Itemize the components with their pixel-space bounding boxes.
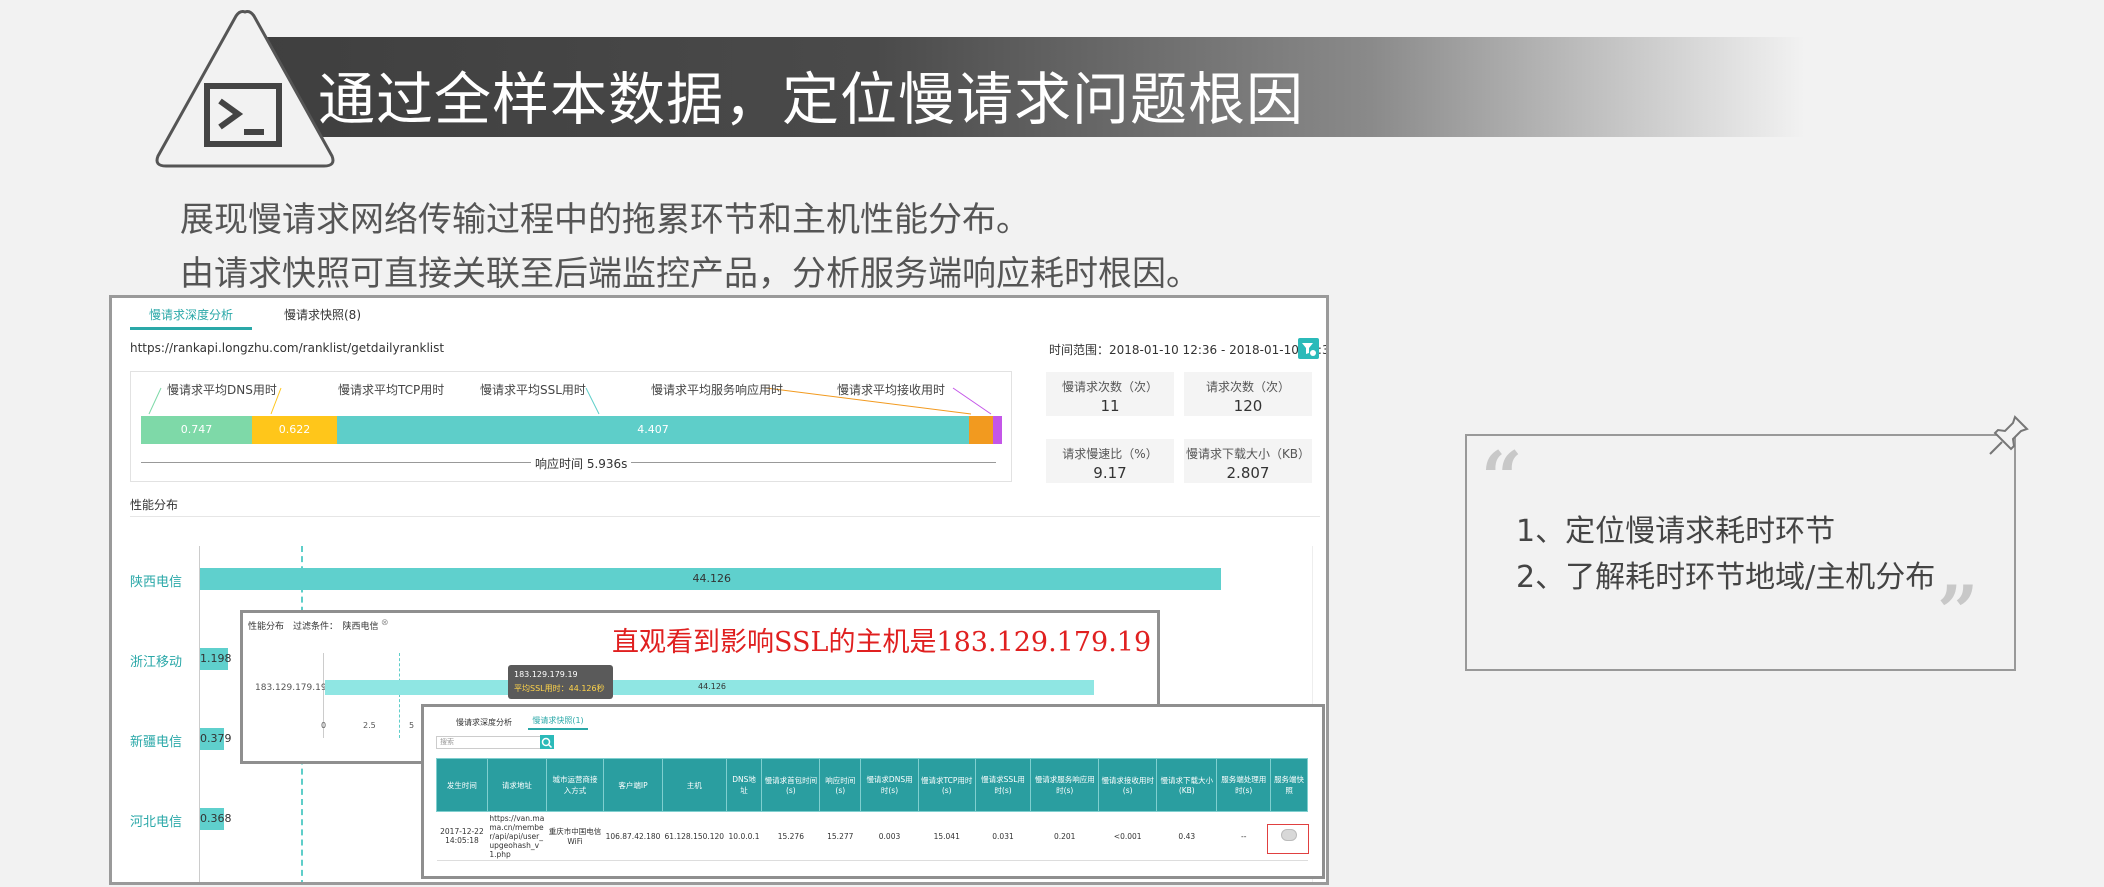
stat-slow-size: 慢请求下载大小（KB） 2.807 [1184, 439, 1312, 483]
chart-axis [199, 546, 200, 882]
response-time-label: 响应时间 5.936s [531, 455, 632, 472]
table-cell: 重庆市中国电信WiFi [546, 811, 604, 861]
filter-button[interactable] [1298, 338, 1319, 359]
column-header[interactable]: 慢请求服务响应用时(s) [1030, 758, 1100, 812]
tick-label: 2.5 [363, 721, 376, 730]
table-cell: 106.87.42.180 [603, 811, 663, 861]
column-header[interactable]: 响应时间(s) [819, 758, 862, 812]
recv-segment [993, 416, 1002, 444]
request-url: https://rankapi.longzhu.com/ranklist/get… [130, 341, 445, 355]
server-segment [969, 416, 993, 444]
stat-slow-ratio: 请求慢速比（%） 9.17 [1046, 439, 1174, 483]
tab-slow-analysis[interactable]: 慢请求深度分析 [130, 306, 252, 330]
category-label[interactable]: 浙江移动 [130, 651, 182, 670]
tab-slow-snapshot-mini[interactable]: 慢请求快照(1) [528, 715, 588, 730]
tab-slow-snapshot[interactable]: 慢请求快照(8) [284, 306, 361, 323]
clear-filter-icon[interactable]: ⊗ [381, 618, 389, 628]
server-label: 慢请求平均服务响应用时 [651, 383, 784, 397]
table-cell: 0.43 [1156, 811, 1217, 861]
column-header[interactable]: 城市运营商接入方式 [545, 758, 605, 812]
dns-label: 慢请求平均DNS用时 [167, 383, 277, 397]
filter-header: 性能分布 过滤条件： 陕西电信 [248, 622, 379, 632]
bar-value: 44.126 [692, 572, 732, 585]
table-cell: 0.003 [860, 811, 919, 861]
column-header[interactable]: 发生时间 [436, 758, 488, 812]
key-point-1: 1、定位慢请求耗时环节 [1516, 514, 1836, 549]
divider [130, 516, 1320, 517]
search-icon [541, 737, 553, 749]
host-bar-value: 44.126 [698, 682, 726, 691]
column-header[interactable]: 慢请求SSL用时(s) [974, 758, 1032, 812]
table-cell: 2017-12-22 14:05:18 [436, 811, 488, 861]
snapshot-highlight [1267, 824, 1309, 854]
annotation-text: 直观看到影响SSL的主机是183.129.179.19 [612, 627, 1152, 658]
key-point-2: 2、了解耗时环节地域/主机分布 [1516, 560, 1936, 595]
tick-label: 5 [409, 721, 415, 730]
slide-title: 通过全样本数据，定位慢请求问题根因 [318, 67, 1304, 133]
drill-reference-line [399, 653, 400, 738]
subtitle-line-2: 由请求快照可直接关联至后端监控产品，分析服务端响应耗时根因。 [180, 254, 1200, 294]
open-quote-icon: “ [1481, 435, 1523, 520]
subtitle-line-1: 展现慢请求网络传输过程中的拖累环节和主机性能分布。 [180, 200, 1030, 240]
dns-segment: 0.747 [141, 416, 252, 444]
host-label: 183.129.179.19 [255, 683, 327, 693]
table-header-row: 发生时间 请求地址 城市运营商接入方式 客户端IP 主机 DNS地址 慢请求首包时间(s) 响… [436, 758, 1308, 812]
table-cell: -- [1216, 811, 1271, 861]
table-cell: 0.031 [975, 811, 1031, 861]
column-header[interactable]: 主机 [661, 758, 727, 812]
terminal-icon [155, 10, 335, 168]
stat-request-count: 请求次数（次） 120 [1184, 372, 1312, 416]
table-cell: 15.041 [918, 811, 976, 861]
bar-value: 0.379 [200, 732, 232, 745]
tick-label: 0 [321, 721, 327, 730]
column-header[interactable]: 服务端处理用时(s) [1216, 758, 1272, 812]
tcp-label: 慢请求平均TCP用时 [338, 383, 445, 397]
column-header[interactable]: 慢请求DNS用时(s) [860, 758, 919, 812]
search-input[interactable]: 搜索 [436, 736, 541, 749]
timing-waterfall: 慢请求平均DNS用时 慢请求平均TCP用时 慢请求平均SSL用时 慢请求平均服务… [130, 371, 1012, 482]
snapshot-panel: 慢请求深度分析 慢请求快照(1) 搜索 发生时间 请求地址 城市运营商接入方式 客户端… [421, 704, 1325, 879]
pin-icon [1989, 415, 2029, 455]
tab-slow-analysis-mini[interactable]: 慢请求深度分析 [456, 717, 512, 728]
table-cell: <0.001 [1098, 811, 1157, 861]
column-header[interactable]: DNS地址 [725, 758, 763, 812]
table-cell: https://van.mama.cn/member/api/api/user_… [487, 811, 547, 861]
table-cell: 61.128.150.120 [662, 811, 727, 861]
column-header[interactable]: 慢请求TCP用时(s) [917, 758, 976, 812]
ssl-segment: 4.407 [337, 416, 969, 444]
time-range: 时间范围：2018-01-10 12:36 - 2018-01-10 13:36 [1049, 343, 1329, 357]
column-header[interactable]: 慢请求接收用时(s) [1098, 758, 1158, 812]
category-label[interactable]: 陕西电信 [130, 571, 182, 590]
table-cell: 0.201 [1030, 811, 1099, 861]
key-points-box: “ 1、定位慢请求耗时环节 2、了解耗时环节地域/主机分布 ” [1465, 434, 2016, 671]
tcp-segment: 0.622 [252, 416, 337, 444]
bar-value: 0.368 [200, 812, 232, 825]
column-header[interactable]: 客户端IP [603, 758, 663, 812]
column-header[interactable]: 慢请求首包时间(s) [761, 758, 821, 812]
column-header[interactable]: 慢请求下载大小(KB) [1156, 758, 1218, 812]
ssl-label: 慢请求平均SSL用时 [480, 383, 586, 397]
table-cell: 10.0.0.1 [726, 811, 762, 861]
filter-icon [1302, 343, 1316, 356]
perf-distribution-title: 性能分布 [130, 498, 179, 512]
category-label[interactable]: 河北电信 [130, 811, 182, 830]
snapshot-table: 发生时间 请求地址 城市运营商接入方式 客户端IP 主机 DNS地址 慢请求首包时间(s) 响… [436, 758, 1308, 861]
table-cell: 15.276 [761, 811, 820, 861]
table-row[interactable]: 2017-12-22 14:05:18 https://van.mama.cn/m… [436, 811, 1308, 861]
close-quote-icon: ” [1937, 569, 1979, 654]
table-cell: 15.277 [819, 811, 861, 861]
column-header[interactable]: 服务端快照 [1270, 758, 1308, 812]
column-header[interactable]: 请求地址 [486, 758, 547, 812]
stat-slow-count: 慢请求次数（次） 11 [1046, 372, 1174, 416]
bar-value: 1.198 [200, 652, 232, 665]
bar-tooltip: 183.129.179.19 平均SSL用时：44.126秒 [508, 665, 613, 699]
recv-label: 慢请求平均接收用时 [837, 383, 946, 397]
category-label[interactable]: 新疆电信 [130, 731, 182, 750]
search-button[interactable] [540, 735, 554, 749]
